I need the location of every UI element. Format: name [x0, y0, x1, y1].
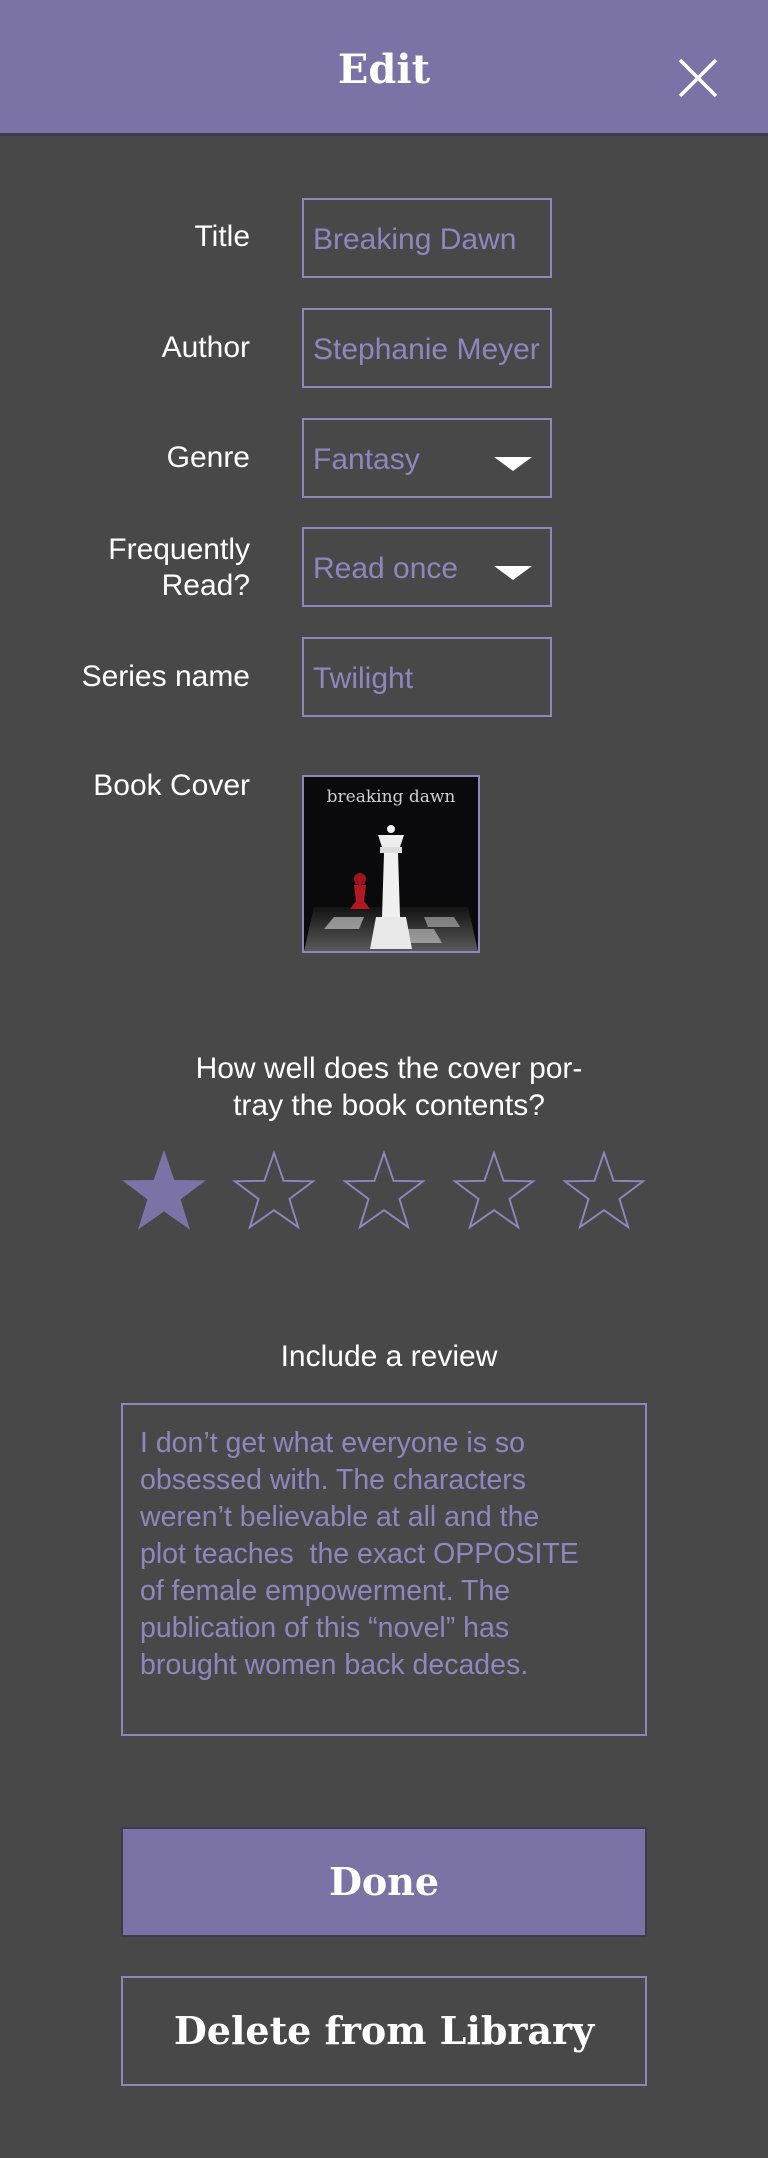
book-cover-image[interactable]: breaking dawn [302, 775, 480, 953]
frequency-selected-value: Read once [313, 552, 459, 585]
frequency-label: Frequently Read? [108, 532, 250, 604]
header-bar: Edit [0, 0, 768, 136]
cover-label: Book Cover [93, 769, 250, 802]
genre-label: Genre [166, 441, 250, 474]
frequency-label-line1: Frequently [108, 533, 250, 566]
rating-question-line2: tray the book contents? [233, 1089, 545, 1122]
author-label: Author [161, 331, 250, 364]
close-icon[interactable] [670, 50, 726, 106]
chevron-down-icon[interactable] [494, 457, 532, 471]
chess-piece-illustration [304, 825, 478, 951]
done-button[interactable]: Done [121, 1827, 647, 1937]
chevron-down-icon[interactable] [494, 566, 532, 580]
series-field[interactable]: Twilight [302, 637, 552, 717]
series-label: Series name [81, 660, 250, 693]
title-label: Title [194, 220, 250, 253]
review-label: Include a review [280, 1340, 498, 1373]
title-field[interactable]: Breaking Dawn [302, 198, 552, 278]
star-icon[interactable] [119, 1149, 209, 1236]
frequency-select[interactable]: Read once [302, 527, 552, 607]
star-icon[interactable] [449, 1149, 539, 1236]
rating-question-line1: How well does the cover por- [195, 1052, 583, 1085]
author-field[interactable]: Stephanie Meyer [302, 308, 552, 388]
delete-from-library-button[interactable]: Delete from Library [121, 1976, 647, 2086]
frequency-label-line2: Read? [161, 569, 250, 602]
close-button[interactable] [670, 50, 726, 106]
rating-question: How well does the cover por- tray the bo… [150, 1050, 628, 1124]
page-title: Edit [337, 46, 431, 93]
genre-selected-value: Fantasy [313, 443, 420, 476]
genre-select[interactable]: Fantasy [302, 418, 552, 498]
star-icon[interactable] [229, 1149, 319, 1236]
review-textarea[interactable]: I don’t get what everyone is so obsessed… [121, 1403, 647, 1736]
star-icon[interactable] [559, 1149, 649, 1236]
star-icon[interactable] [339, 1149, 429, 1236]
